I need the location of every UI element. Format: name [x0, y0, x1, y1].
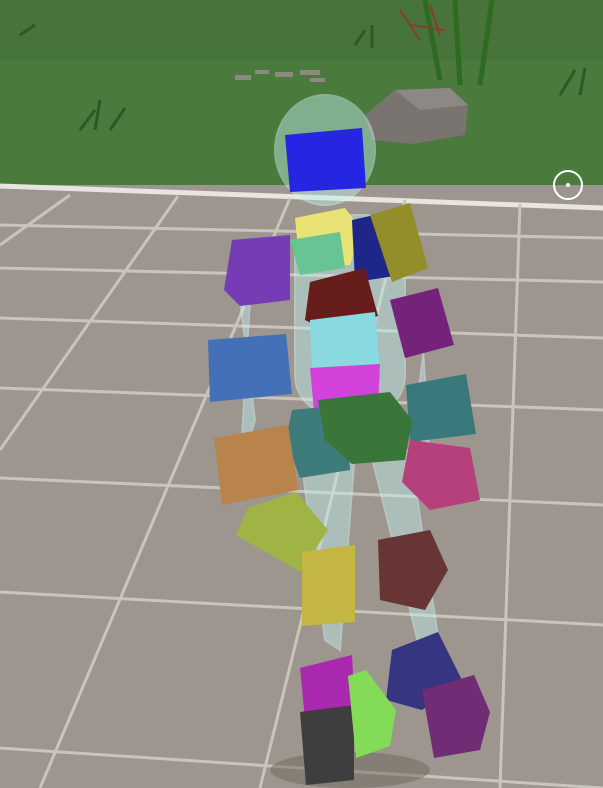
right-upper-arm-cube-highlight	[208, 334, 292, 402]
right-thigh-cube-highlight	[302, 545, 355, 626]
right-foot-cube-highlight	[300, 705, 354, 785]
game-scene[interactable]	[0, 0, 603, 788]
grass-shadow	[0, 0, 603, 60]
left-forearm-cube-highlight	[406, 374, 476, 442]
crosshair-dot	[566, 183, 570, 187]
head-cube-highlight	[285, 128, 366, 192]
right-shoulder-cube-highlight	[224, 235, 290, 306]
